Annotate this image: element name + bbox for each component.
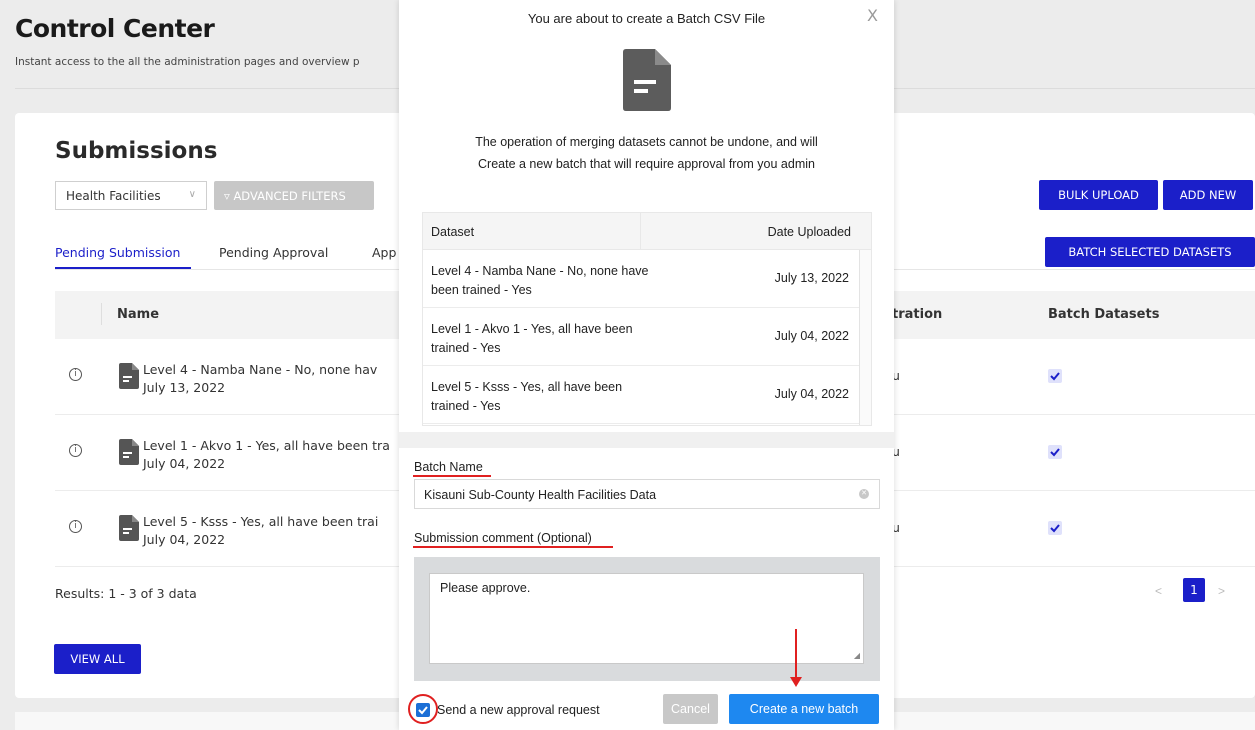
row-title: Level 5 - Ksss - Yes, all have been trai [143, 514, 379, 529]
batch-modal: You are about to create a Batch CSV File… [399, 0, 894, 730]
filter-icon: ▿ [224, 189, 230, 203]
dataset-row: Level 1 - Akvo 1 - Yes, all have been tr… [423, 308, 859, 366]
column-date-uploaded: Date Uploaded [767, 225, 851, 239]
create-batch-button[interactable]: Create a new batch [729, 694, 879, 724]
dataset-name: Level 1 - Akvo 1 - Yes, all have been tr… [431, 322, 633, 355]
document-icon [119, 363, 139, 389]
batch-selected-datasets-button[interactable]: BATCH SELECTED DATASETS [1045, 237, 1255, 267]
dataset-row: Level 4 - Namba Nane - No, none have bee… [423, 250, 859, 308]
annotation-arrow [795, 629, 797, 679]
column-separator [101, 303, 102, 325]
add-new-button[interactable]: ADD NEW [1163, 180, 1253, 210]
clear-icon[interactable]: ✕ [859, 489, 869, 499]
dataset-table-scrollbar[interactable] [859, 250, 871, 425]
results-count: Results: 1 - 3 of 3 data [55, 586, 197, 601]
comment-textarea[interactable]: Please approve. ◢ [429, 573, 864, 664]
batch-checkbox[interactable] [1048, 521, 1062, 535]
page-header: Control Center Instant access to the all… [15, 14, 360, 68]
dataset-row: Level 5 - Ksss - Yes, all have been trai… [423, 366, 859, 424]
chevron-down-icon: ∨ [188, 189, 196, 200]
row-title: Level 1 - Akvo 1 - Yes, all have been tr… [143, 438, 390, 453]
pagination-next-button[interactable]: > [1218, 584, 1225, 598]
form-select-value: Health Facilities [66, 189, 161, 203]
column-name: Name [117, 307, 160, 322]
batch-checkbox[interactable] [1048, 369, 1062, 383]
pagination-page-1[interactable]: 1 [1183, 578, 1205, 602]
dataset-table: Dataset Date Uploaded Level 4 - Namba Na… [422, 212, 872, 426]
annotation-circle [408, 694, 438, 724]
advanced-filters-label: ADVANCED FILTERS [233, 189, 346, 203]
batch-name-value: Kisauni Sub-County Health Facilities Dat… [424, 488, 657, 502]
document-icon [119, 515, 139, 541]
page-subtitle: Instant access to the all the administra… [15, 56, 360, 68]
annotation-arrowhead [790, 677, 802, 687]
comment-label: Submission comment (Optional) [414, 531, 592, 545]
column-dataset: Dataset [431, 225, 475, 239]
row-date: July 13, 2022 [143, 380, 226, 395]
pagination-prev-button[interactable]: < [1155, 584, 1162, 598]
dataset-date: July 13, 2022 [774, 271, 849, 285]
bulk-upload-button[interactable]: BULK UPLOAD [1039, 180, 1158, 210]
row-date: July 04, 2022 [143, 456, 226, 471]
row-name: Level 4 - Namba Nane - No, none hav July… [143, 361, 377, 397]
check-icon [1050, 448, 1060, 457]
info-icon[interactable]: i [69, 444, 82, 457]
batch-checkbox[interactable] [1048, 445, 1062, 459]
section-divider [399, 432, 894, 448]
dataset-date: July 04, 2022 [774, 387, 849, 401]
info-icon[interactable]: i [69, 368, 82, 381]
tab-approved[interactable]: App [372, 245, 396, 260]
check-icon [1050, 372, 1060, 381]
tab-pending-approval[interactable]: Pending Approval [219, 245, 328, 260]
column-batch-datasets: Batch Datasets [1048, 307, 1160, 322]
warning-message: The operation of merging datasets cannot… [475, 135, 818, 171]
column-registration: tration [892, 307, 943, 322]
advanced-filters-button[interactable]: ▿ ADVANCED FILTERS [214, 181, 374, 210]
batch-name-input[interactable]: Kisauni Sub-County Health Facilities Dat… [414, 479, 880, 509]
send-approval-label[interactable]: Send a new approval request [437, 703, 600, 717]
dataset-name: Level 4 - Namba Nane - No, none have bee… [431, 264, 649, 297]
document-icon [119, 439, 139, 465]
modal-title: You are about to create a Batch CSV File [527, 11, 766, 26]
file-icon [623, 49, 671, 111]
row-title: Level 4 - Namba Nane - No, none hav [143, 362, 378, 377]
dataset-name: Level 5 - Ksss - Yes, all have been trai… [431, 380, 623, 413]
column-separator [640, 213, 641, 250]
batch-name-label: Batch Name [414, 460, 483, 474]
annotation-underline [413, 546, 613, 548]
form-select[interactable]: Health Facilities ∨ [55, 181, 207, 210]
cancel-button[interactable]: Cancel [663, 694, 718, 724]
row-name: Level 5 - Ksss - Yes, all have been trai… [143, 513, 378, 549]
submissions-title: Submissions [55, 138, 218, 164]
row-date: July 04, 2022 [143, 532, 226, 547]
annotation-underline [413, 475, 491, 477]
comment-value: Please approve. [440, 581, 531, 595]
dataset-date: July 04, 2022 [774, 329, 849, 343]
resize-handle-icon[interactable]: ◢ [854, 651, 860, 660]
view-all-button[interactable]: VIEW ALL [54, 644, 141, 674]
comment-container: Please approve. ◢ [414, 557, 880, 681]
close-icon[interactable]: X [867, 6, 878, 25]
row-name: Level 1 - Akvo 1 - Yes, all have been tr… [143, 437, 390, 473]
check-icon [1050, 524, 1060, 533]
dataset-table-header: Dataset Date Uploaded [423, 213, 871, 250]
page-title: Control Center [15, 14, 215, 43]
info-icon[interactable]: i [69, 520, 82, 533]
tab-pending-submission[interactable]: Pending Submission [55, 245, 180, 260]
